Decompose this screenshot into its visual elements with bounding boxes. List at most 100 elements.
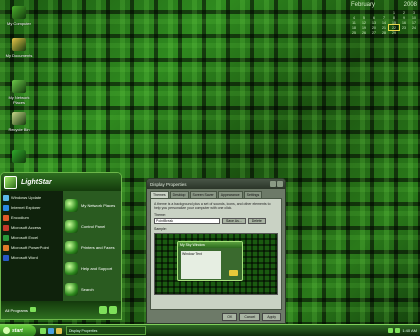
- program-icon: [3, 214, 9, 221]
- windows-logo-icon: [3, 327, 10, 334]
- delete-button[interactable]: Delete: [247, 218, 266, 224]
- display-properties-dialog: Display Properties Themes Desktop Screen S…: [146, 178, 286, 324]
- ok-button[interactable]: OK: [222, 313, 238, 321]
- theme-select[interactable]: PointBreak: [154, 218, 220, 224]
- tab-appearance[interactable]: Appearance: [217, 191, 243, 198]
- program-icon: [3, 204, 9, 211]
- dialog-titlebar[interactable]: Display Properties: [147, 179, 285, 189]
- calendar-day[interactable]: 26: [359, 30, 369, 35]
- preview-window: My Sky Window Window Text: [177, 241, 243, 281]
- start-menu-program-item[interactable]: Windows Update: [3, 193, 61, 202]
- program-label: Microsoft Word: [11, 255, 38, 260]
- program-icon: [3, 244, 9, 251]
- start-menu-header: LightStar: [1, 173, 121, 191]
- start-menu-place-item[interactable]: Help and Support: [65, 258, 121, 279]
- quick-launch: [40, 327, 62, 334]
- desktop-icon-label: Recycle Bin: [8, 127, 30, 132]
- place-icon: [65, 262, 78, 275]
- desktop-icon[interactable]: Recycle Bin: [4, 112, 34, 132]
- themes-pane: A theme is a background plus a set of so…: [150, 198, 282, 310]
- start-menu-place-item[interactable]: Printers and Faxes: [65, 237, 121, 258]
- user-avatar[interactable]: [4, 175, 17, 189]
- place-icon: [65, 283, 78, 296]
- desktop-icon-label: My Network Places: [8, 95, 30, 105]
- dialog-title: Display Properties: [150, 181, 187, 187]
- place-icon: [65, 241, 78, 254]
- program-label: Internet Explorer: [11, 205, 41, 210]
- desktop-icon[interactable]: My Computer: [4, 6, 34, 26]
- calendar-month: February: [351, 2, 376, 8]
- preview-button-icon: [229, 270, 238, 276]
- show-desktop-icon[interactable]: [40, 327, 46, 334]
- program-icon: [3, 234, 9, 241]
- start-menu-program-item[interactable]: Microsoft Access: [3, 223, 61, 232]
- calendar-day[interactable]: 28: [379, 30, 389, 35]
- calendar-grid: 1 2 3 4 5 6 7 8 9 10 11 12 13 14 15 16 17 18 19 20 21 22 23 24 2…: [349, 10, 419, 35]
- help-icon[interactable]: [270, 181, 276, 187]
- program-label: Microsoft Excel: [11, 235, 39, 240]
- close-icon[interactable]: [277, 181, 283, 187]
- place-label: Search: [81, 287, 94, 292]
- preview-window-title: My Sky Window: [178, 242, 242, 248]
- all-programs-button[interactable]: All Programs: [5, 307, 36, 313]
- network-tray-icon[interactable]: [395, 328, 401, 333]
- cancel-button[interactable]: Cancel: [239, 313, 261, 321]
- log-off-icon[interactable]: [99, 305, 107, 314]
- dialog-tabs: Themes Desktop Screen Saver Appearance Setti…: [147, 189, 285, 198]
- calendar-day[interactable]: 29: [389, 30, 399, 35]
- place-label: My Network Places: [81, 203, 116, 208]
- calendar-widget: February 2008 1 2 3 4 5 6 7 8 9 10 11 12 13 14 15 16 17 1…: [349, 2, 419, 48]
- calendar-day[interactable]: [409, 30, 419, 35]
- place-icon: [65, 199, 78, 212]
- tab-desktop[interactable]: Desktop: [169, 191, 189, 198]
- theme-preview: My Sky Window Window Text: [154, 233, 278, 295]
- tab-themes[interactable]: Themes: [150, 191, 169, 198]
- apply-button[interactable]: Apply: [262, 313, 281, 321]
- taskbar: start Display Properties 1:40 AM: [0, 324, 420, 336]
- program-icon: [3, 194, 9, 201]
- all-programs-label: All Programs: [5, 308, 28, 313]
- start-menu-program-item[interactable]: Encodium: [3, 213, 61, 222]
- place-label: Control Panel: [81, 224, 106, 229]
- save-as-button[interactable]: Save As...: [222, 218, 246, 224]
- program-label: Microsoft Access: [11, 225, 42, 230]
- volume-icon[interactable]: [388, 328, 394, 333]
- system-places: My Network Places Control Panel Printers a…: [63, 191, 121, 317]
- desktop-icon[interactable]: My Network Places: [4, 80, 34, 105]
- calendar-day[interactable]: 27: [369, 30, 379, 35]
- calendar-day[interactable]: [399, 30, 409, 35]
- start-menu: LightStar Windows Update Internet Explore…: [0, 172, 122, 320]
- start-label: start: [12, 327, 23, 334]
- calendar-day[interactable]: 25: [349, 30, 359, 35]
- program-label: Windows Update: [11, 195, 42, 200]
- internet-explorer-icon: [12, 150, 26, 163]
- start-menu-program-item[interactable]: Microsoft Word: [3, 253, 61, 262]
- program-label: Encodium: [11, 215, 29, 220]
- desktop-icon[interactable]: [4, 150, 34, 165]
- place-icon: [65, 220, 78, 233]
- tab-settings[interactable]: Settings: [243, 191, 263, 198]
- start-menu-program-item[interactable]: Microsoft Excel: [3, 233, 61, 242]
- arrow-right-icon: [29, 307, 36, 312]
- place-label: Help and Support: [81, 266, 113, 271]
- start-button[interactable]: start: [0, 324, 36, 336]
- sample-label: Sample:: [154, 227, 167, 231]
- start-menu-place-item[interactable]: Search: [65, 279, 121, 300]
- program-icon: [3, 254, 9, 261]
- desktop-icon[interactable]: My Documents: [4, 38, 34, 58]
- system-tray: 1:40 AM: [388, 328, 420, 333]
- start-menu-place-item[interactable]: My Network Places: [65, 195, 121, 216]
- media-player-icon[interactable]: [56, 327, 62, 334]
- start-menu-program-item[interactable]: Microsoft PowerPoint: [3, 243, 61, 252]
- program-label: Microsoft PowerPoint: [11, 245, 49, 250]
- tab-screen-saver[interactable]: Screen Saver: [189, 191, 217, 198]
- power-icon[interactable]: [109, 305, 117, 314]
- pinned-programs: Windows Update Internet Explorer Encodium M…: [1, 191, 63, 303]
- desktop-icon-label: My Documents: [5, 53, 33, 58]
- browser-icon[interactable]: [48, 327, 54, 334]
- program-icon: [3, 224, 9, 231]
- taskbar-button-display-properties[interactable]: Display Properties: [66, 326, 146, 335]
- clock[interactable]: 1:40 AM: [402, 328, 417, 333]
- start-menu-place-item[interactable]: Control Panel: [65, 216, 121, 237]
- start-menu-program-item[interactable]: Internet Explorer: [3, 203, 61, 212]
